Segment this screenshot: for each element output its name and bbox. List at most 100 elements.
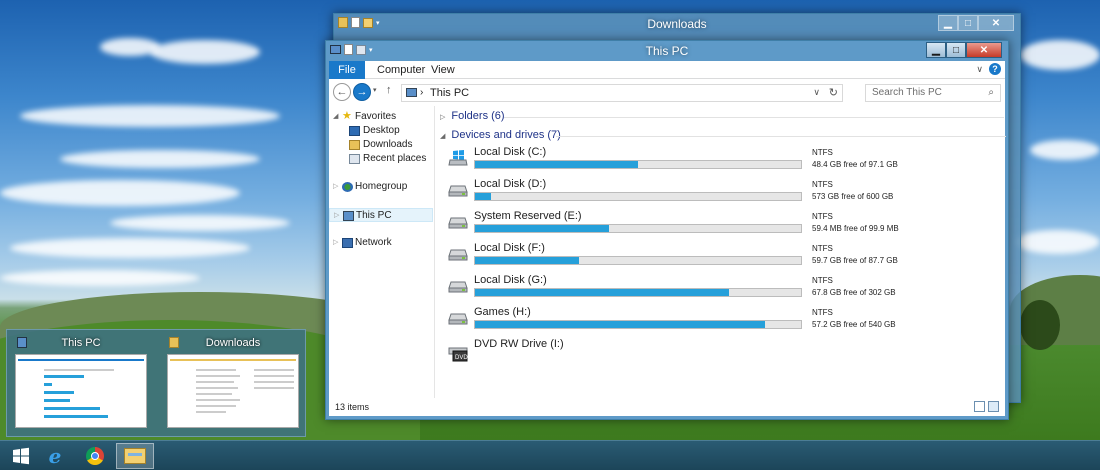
nav-item-desktop[interactable]: Desktop <box>329 124 433 138</box>
internet-explorer-button[interactable]: e <box>36 443 74 469</box>
drive-usage-bar <box>474 160 802 169</box>
recent-locations-chevron-icon[interactable]: ▾ <box>373 86 377 94</box>
dvd-drive-icon: DVD <box>448 342 468 362</box>
collapsed-caret-icon[interactable]: ▷ <box>440 114 445 121</box>
forward-button[interactable]: → <box>353 83 371 101</box>
up-arrow-icon[interactable]: ↑ <box>386 84 392 96</box>
taskbar-thumbnail-flyout: This PC Downloads <box>6 329 306 437</box>
expanded-caret-icon[interactable]: ◢ <box>333 110 338 124</box>
collapsed-caret-icon[interactable]: ▷ <box>333 180 338 194</box>
drive-usage-fill <box>475 289 729 296</box>
nav-item-downloads[interactable]: Downloads <box>329 138 433 152</box>
this-pc-window[interactable]: ▾ This PC ▁ □ ✕ File Computer View ∨ ? ←… <box>325 40 1009 420</box>
drive-name: Local Disk (D:) <box>474 178 547 190</box>
window-title: Downloads <box>647 17 707 31</box>
computer-icon <box>17 337 27 348</box>
nav-item-favorites[interactable]: ◢ ★ Favorites <box>329 110 433 124</box>
drive-usage-fill <box>475 161 638 168</box>
desktop-icon <box>349 126 360 136</box>
breadcrumb[interactable]: This PC <box>430 87 469 99</box>
drive-free-space: 48.4 GB free of 97.1 GB <box>812 160 898 169</box>
drive-name: Local Disk (G:) <box>474 274 547 286</box>
start-button[interactable] <box>2 443 40 469</box>
thumbnail-preview <box>167 354 299 428</box>
drive-usage-fill <box>475 225 609 232</box>
drive-item[interactable]: Games (H:) NTFS 57.2 GB free of 540 GB <box>448 306 1008 336</box>
maximize-button[interactable]: □ <box>958 15 978 31</box>
file-explorer-icon <box>124 448 146 464</box>
internet-explorer-icon: e <box>48 444 62 468</box>
minimize-button[interactable]: ▁ <box>926 42 946 58</box>
downloads-titlebar[interactable]: ▾ Downloads ▁ □ ✕ <box>334 14 1020 34</box>
search-input[interactable]: Search This PC ⌕ <box>865 84 1001 102</box>
collapsed-caret-icon[interactable]: ▷ <box>334 209 339 223</box>
drive-usage-bar <box>474 320 802 329</box>
nav-item-homegroup[interactable]: ▷ Homegroup <box>329 180 433 194</box>
hard-drive-icon <box>448 310 468 326</box>
large-icons-view-icon[interactable] <box>988 401 999 412</box>
taskbar: e <box>0 440 1100 470</box>
thumbnail-downloads[interactable]: Downloads <box>163 336 303 432</box>
network-icon <box>342 238 353 248</box>
downloads-folder-icon <box>349 140 360 150</box>
expanded-caret-icon[interactable]: ◢ <box>440 133 445 140</box>
drive-free-space: 57.2 GB free of 540 GB <box>812 320 896 329</box>
this-pc-titlebar[interactable]: ▾ This PC ▁ □ ✕ <box>326 41 1008 61</box>
ribbon: File Computer View ∨ ? <box>329 61 1005 79</box>
nav-item-recent-places[interactable]: Recent places <box>329 152 433 166</box>
close-button[interactable]: ✕ <box>966 42 1002 58</box>
navigation-pane: ◢ ★ Favorites Desktop Downloads Recent p… <box>329 106 435 398</box>
address-bar[interactable]: › This PC ∨ ↻ <box>401 84 843 102</box>
group-header-devices[interactable]: ◢ Devices and drives (7) <box>440 129 561 143</box>
drive-item[interactable]: System Reserved (E:) NTFS 59.4 MB free of … <box>448 210 1008 240</box>
nav-item-this-pc[interactable]: ▷ This PC <box>329 208 433 222</box>
hard-drive-icon <box>448 246 468 262</box>
homegroup-icon <box>342 182 353 192</box>
breadcrumb-separator-icon[interactable]: › <box>420 87 423 98</box>
thumbnail-preview <box>15 354 147 428</box>
drive-usage-fill <box>475 257 579 264</box>
tab-file[interactable]: File <box>329 61 365 79</box>
search-icon[interactable]: ⌕ <box>988 87 994 98</box>
refresh-icon[interactable]: ↻ <box>829 86 838 99</box>
drive-filesystem: NTFS <box>812 308 833 317</box>
explorer-client: File Computer View ∨ ? ← → ▾ ↑ › This PC… <box>329 61 1008 416</box>
drive-free-space: 59.7 GB free of 87.7 GB <box>812 256 898 265</box>
drive-item[interactable]: DVD DVD RW Drive (I:) <box>448 338 1008 368</box>
nav-item-network[interactable]: ▷ Network <box>329 236 433 250</box>
content-pane: ▷ Folders (6) ◢ Devices and drives (7) Loc… <box>436 106 1008 398</box>
group-header-folders[interactable]: ▷ Folders (6) <box>440 110 505 124</box>
drive-item[interactable]: Local Disk (C:) NTFS 48.4 GB free of 97.1 … <box>448 146 1008 176</box>
chrome-icon <box>86 447 104 465</box>
window-title: This PC <box>645 44 689 58</box>
drive-usage-bar <box>474 288 802 297</box>
drive-item[interactable]: Local Disk (F:) NTFS 59.7 GB free of 87.7 … <box>448 242 1008 272</box>
close-button[interactable]: ✕ <box>978 15 1014 31</box>
drive-name: Games (H:) <box>474 306 531 318</box>
chrome-button[interactable] <box>76 443 114 469</box>
search-placeholder: Search This PC <box>872 87 942 98</box>
windows-logo-icon <box>13 447 29 465</box>
divider <box>556 136 1006 137</box>
thumbnail-this-pc[interactable]: This PC <box>11 336 151 432</box>
drive-free-space: 59.4 MB free of 99.9 MB <box>812 224 899 233</box>
maximize-button[interactable]: □ <box>946 42 966 58</box>
file-explorer-button[interactable] <box>116 443 154 469</box>
drive-name: System Reserved (E:) <box>474 210 582 222</box>
details-view-icon[interactable] <box>974 401 985 412</box>
drive-filesystem: NTFS <box>812 244 833 253</box>
windows-drive-icon <box>448 150 468 166</box>
drive-free-space: 573 GB free of 600 GB <box>812 192 894 201</box>
tab-view[interactable]: View <box>421 61 465 79</box>
drive-usage-bar <box>474 224 802 233</box>
drive-name: DVD RW Drive (I:) <box>474 338 564 350</box>
chevron-down-icon[interactable]: ∨ <box>976 64 983 75</box>
minimize-button[interactable]: ▁ <box>938 15 958 31</box>
drive-item[interactable]: Local Disk (G:) NTFS 67.8 GB free of 302 G… <box>448 274 1008 304</box>
drive-item[interactable]: Local Disk (D:) NTFS 573 GB free of 600 GB <box>448 178 1008 208</box>
back-button[interactable]: ← <box>333 83 351 101</box>
collapsed-caret-icon[interactable]: ▷ <box>333 236 338 250</box>
address-dropdown-icon[interactable]: ∨ <box>813 87 820 98</box>
drive-usage-bar <box>474 256 802 265</box>
help-icon[interactable]: ? <box>989 63 1001 75</box>
